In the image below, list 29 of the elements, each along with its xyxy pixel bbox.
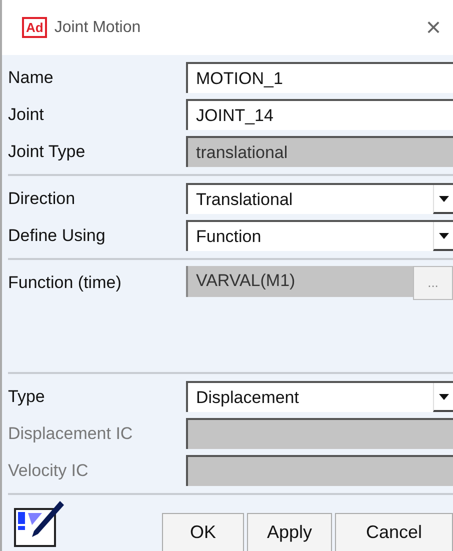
dropdown-arrow-icon[interactable] [433, 222, 453, 251]
dropdown-value: Displacement [196, 388, 299, 408]
input-field: translational [186, 136, 453, 167]
dropdown-arrow-icon[interactable] [433, 185, 453, 214]
input-field[interactable]: MOTION_1 [186, 62, 453, 93]
field-label: Function (time) [8, 272, 122, 292]
app-logo-icon: Ad [22, 17, 48, 38]
dropdown-value: Translational [196, 190, 293, 210]
dialog-button[interactable]: Apply [247, 513, 332, 551]
field-label: Displacement IC [8, 424, 134, 444]
window-title: Joint Motion [54, 18, 141, 36]
field-label: Direction [8, 188, 76, 208]
field-label: Type [8, 386, 46, 406]
edit-icon[interactable] [14, 501, 64, 547]
field-label: Name [8, 68, 54, 88]
dropdown-arrow-icon[interactable] [433, 383, 453, 412]
dropdown-value: Function [196, 226, 262, 246]
field-label: Joint Type [8, 142, 86, 162]
field-label: Define Using [8, 226, 106, 246]
dropdown-field[interactable]: Function [186, 220, 453, 251]
dropdown-field[interactable]: Translational [186, 183, 453, 214]
dropdown-field[interactable]: Displacement [186, 381, 453, 412]
close-icon[interactable]: × [426, 12, 441, 43]
field-label: Joint [8, 104, 45, 124]
dialog-button[interactable]: Cancel [335, 513, 453, 551]
field-label: Velocity IC [8, 460, 90, 480]
input-field[interactable]: JOINT_14 [186, 99, 453, 130]
dialog-button[interactable]: OK [162, 513, 244, 551]
input-field[interactable]: VARVAL(M1) [186, 266, 413, 296]
